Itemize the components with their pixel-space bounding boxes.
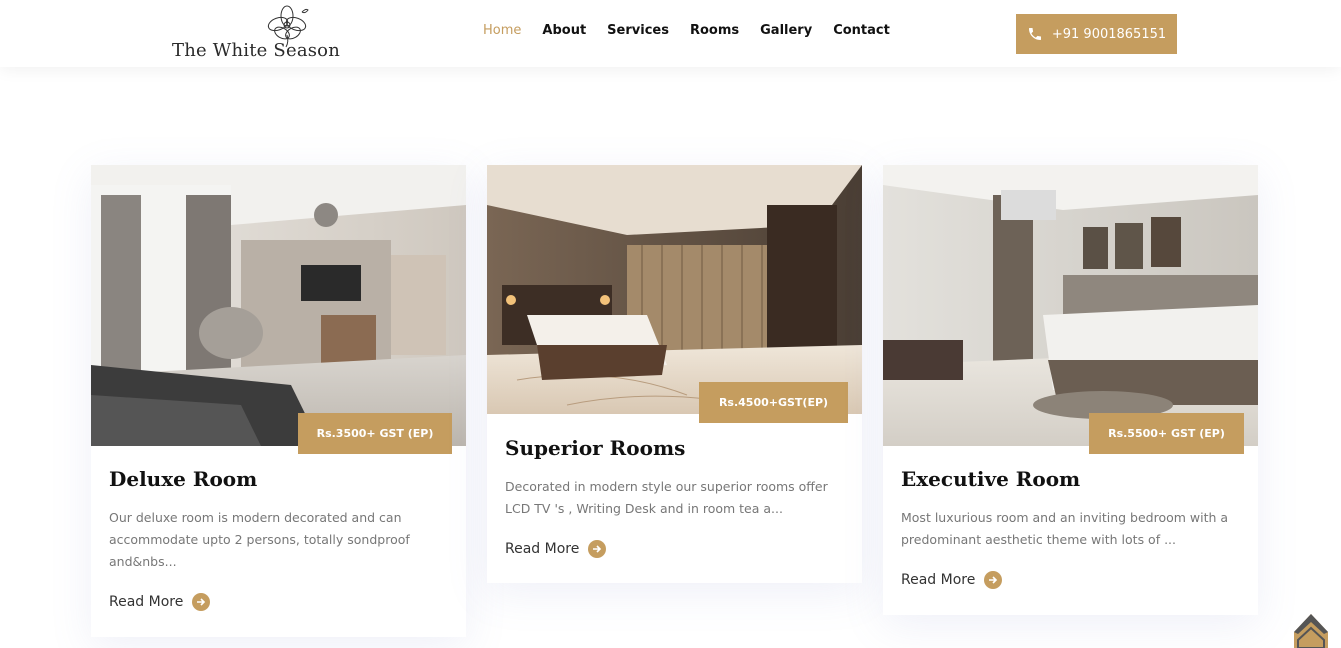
room-card-executive: Rs.5500+ GST (EP) Executive Room Most lu… [883, 165, 1258, 615]
room-description: Decorated in modern style our superior r… [505, 479, 828, 516]
arrow-right-icon [192, 593, 211, 611]
room-card-superior: Rs.4500+GST(EP) Superior Rooms Decorated… [487, 165, 862, 583]
room-price-badge: Rs.5500+ GST (EP) [1089, 413, 1244, 454]
read-more-link[interactable]: Read More [901, 571, 1003, 589]
read-more-label: Read More [901, 572, 976, 588]
nav-gallery[interactable]: Gallery [760, 23, 812, 38]
nav-contact[interactable]: Contact [833, 23, 890, 38]
phone-number: +91 9001865151 [1051, 26, 1167, 42]
read-more-label: Read More [109, 594, 184, 610]
brand-logo[interactable]: The White Season [170, 2, 340, 64]
room-price-badge: Rs.4500+GST(EP) [699, 382, 848, 423]
read-more-label: Read More [505, 541, 580, 557]
read-more-link[interactable]: Read More [505, 540, 607, 558]
main-nav: Home About Services Rooms Gallery Contac… [483, 23, 911, 38]
phone-icon [1028, 28, 1041, 40]
phone-button[interactable]: +91 9001865151 [1016, 14, 1177, 54]
nav-rooms[interactable]: Rooms [690, 23, 739, 38]
room-title[interactable]: Deluxe Room [109, 467, 257, 491]
room-photo[interactable] [883, 165, 1258, 446]
brand-name: The White Season [172, 40, 341, 61]
nav-services[interactable]: Services [607, 23, 669, 38]
nav-about[interactable]: About [542, 23, 586, 38]
room-title[interactable]: Executive Room [901, 467, 1080, 491]
scroll-top-button[interactable] [1292, 612, 1330, 648]
room-price-badge: Rs.3500+ GST (EP) [298, 413, 452, 454]
room-photo[interactable] [91, 165, 466, 446]
arrow-right-icon [588, 540, 607, 558]
room-description: Our deluxe room is modern decorated and … [109, 510, 410, 569]
room-title[interactable]: Superior Rooms [505, 436, 685, 460]
room-photo[interactable] [487, 165, 862, 414]
room-description: Most luxurious room and an inviting bedr… [901, 510, 1229, 547]
read-more-link[interactable]: Read More [109, 593, 211, 611]
site-header: The White Season Home About Services Roo… [0, 0, 1341, 67]
arrow-right-icon [984, 571, 1003, 589]
chevron-up-icon [1294, 614, 1328, 648]
nav-home[interactable]: Home [483, 23, 521, 38]
room-card-deluxe: Rs.3500+ GST (EP) Deluxe Room Our deluxe… [91, 165, 466, 637]
